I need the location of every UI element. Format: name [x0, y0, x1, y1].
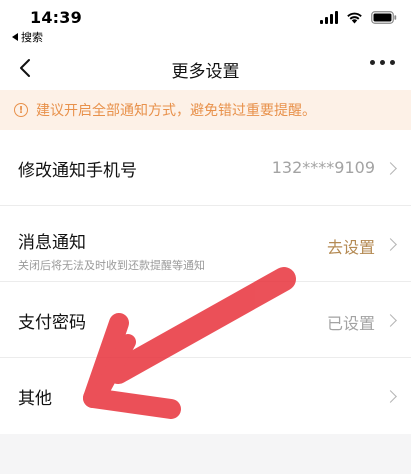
setting-label: 修改通知手机号	[18, 161, 137, 181]
setting-value: 132****9109	[271, 158, 375, 177]
setting-value: 去设置	[326, 238, 375, 257]
back-to-app-link[interactable]: 搜索	[12, 29, 43, 45]
status-time: 14:39	[30, 8, 82, 27]
setting-subtitle: 关闭后将无法及时收到还款提醒等通知	[18, 259, 205, 272]
setting-label: 支付密码	[18, 313, 86, 333]
navigation-bar: 更多设置	[0, 46, 411, 90]
status-icons	[320, 10, 397, 24]
wifi-icon	[347, 12, 362, 23]
cellular-signal-icon	[320, 10, 338, 24]
status-bar: 14:39 搜索	[0, 0, 411, 46]
setting-row-message-notify[interactable]: 消息通知 关闭后将无法及时收到还款提醒等通知 去设置	[0, 206, 411, 282]
setting-row-pay-password[interactable]: 支付密码 已设置	[0, 282, 411, 358]
more-options-icon[interactable]	[370, 60, 395, 65]
back-to-app-label: 搜索	[21, 31, 43, 44]
setting-label: 其他	[18, 389, 52, 409]
chevron-right-icon	[384, 238, 397, 251]
setting-value: 已设置	[326, 314, 375, 333]
setting-label: 消息通知	[18, 233, 86, 253]
chevron-right-icon	[384, 390, 397, 403]
page-title: 更多设置	[171, 62, 240, 82]
settings-list: 修改通知手机号 132****9109 消息通知 关闭后将无法及时收到还款提醒等…	[0, 130, 411, 434]
setting-row-other[interactable]: 其他	[0, 358, 411, 434]
setting-row-notify-phone[interactable]: 修改通知手机号 132****9109	[0, 130, 411, 206]
notification-tip-banner: ! 建议开启全部通知方式，避免错过重要提醒。	[0, 90, 411, 130]
back-triangle-icon	[12, 33, 18, 41]
chevron-right-icon	[384, 314, 397, 327]
battery-icon	[371, 10, 397, 24]
chevron-right-icon	[384, 162, 397, 175]
notice-text: 建议开启全部通知方式，避免错过重要提醒。	[36, 103, 316, 119]
page-background	[0, 434, 411, 474]
warning-icon: !	[14, 103, 28, 117]
